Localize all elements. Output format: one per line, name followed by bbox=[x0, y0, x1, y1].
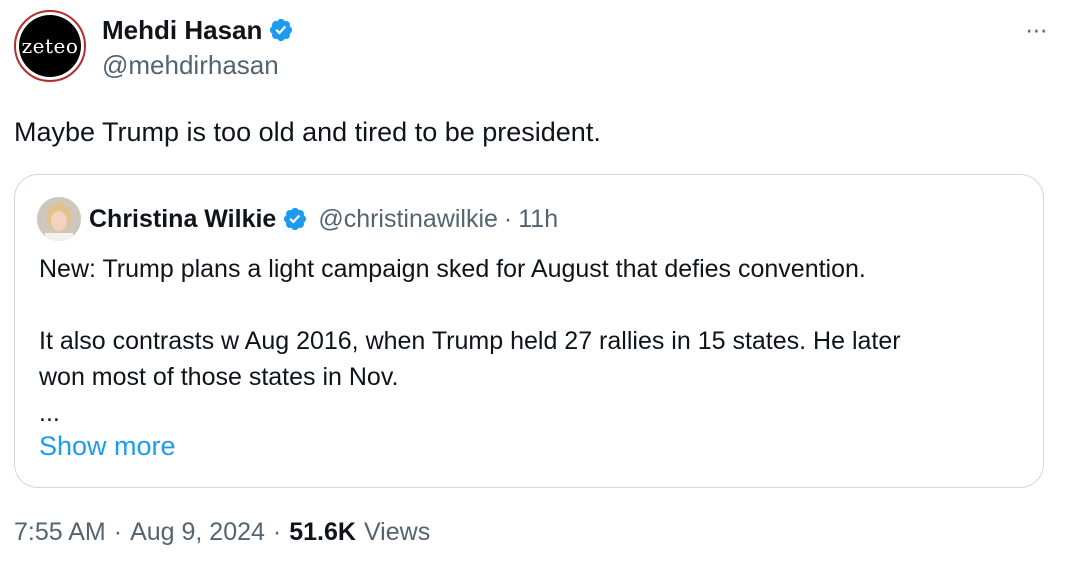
meta-separator: · bbox=[272, 518, 282, 546]
author-names: Mehdi Hasan @mehdirhasan bbox=[102, 14, 294, 81]
tweet-date[interactable]: Aug 9, 2024 bbox=[130, 518, 265, 547]
avatar-logo: zeteo bbox=[19, 15, 81, 77]
quoted-tweet-header: Christina Wilkie @christinawilkie · 11h bbox=[37, 197, 558, 241]
author-display-name[interactable]: Mehdi Hasan bbox=[102, 15, 262, 46]
quoted-paragraph-2-line-1: It also contrasts w Aug 2016, when Trump… bbox=[39, 327, 901, 355]
author-name-row: Mehdi Hasan bbox=[102, 14, 294, 46]
quoted-avatar-photo bbox=[37, 197, 81, 241]
quoted-separator: · bbox=[503, 204, 513, 233]
views-count: 51.6K bbox=[289, 518, 356, 546]
quoted-paragraph-2-line-2: won most of those states in Nov. bbox=[39, 363, 399, 391]
quoted-ellipsis: ... bbox=[39, 399, 60, 427]
views-label: Views bbox=[363, 518, 431, 546]
tweet-time[interactable]: 7:55 AM bbox=[14, 518, 106, 547]
meta-separator: · bbox=[113, 518, 123, 546]
quoted-author-avatar[interactable] bbox=[37, 197, 81, 241]
more-options-icon[interactable]: ⋯ bbox=[1020, 14, 1054, 48]
verified-badge-icon[interactable] bbox=[282, 206, 308, 232]
quoted-timestamp[interactable]: 11h bbox=[518, 205, 558, 234]
author-avatar[interactable]: zeteo bbox=[14, 10, 86, 82]
tweet-header: zeteo Mehdi Hasan @mehdirhasan ⋯ bbox=[14, 10, 1058, 84]
tweet-text: Maybe Trump is too old and tired to be p… bbox=[14, 117, 601, 147]
quoted-author-display-name[interactable]: Christina Wilkie bbox=[89, 205, 276, 234]
author-handle[interactable]: @mehdirhasan bbox=[102, 50, 294, 81]
quoted-tweet-text: New: Trump plans a light campaign sked f… bbox=[39, 251, 1029, 431]
quoted-paragraph-1: New: Trump plans a light campaign sked f… bbox=[39, 255, 866, 283]
show-more-link[interactable]: Show more bbox=[39, 431, 176, 462]
tweet-meta: 7:55 AM · Aug 9, 2024 · 51.6K Views bbox=[14, 518, 430, 547]
quoted-tweet-card[interactable]: Christina Wilkie @christinawilkie · 11h … bbox=[14, 174, 1044, 488]
verified-badge-icon[interactable] bbox=[268, 17, 294, 43]
quoted-author-handle[interactable]: @christinawilkie bbox=[318, 205, 498, 234]
